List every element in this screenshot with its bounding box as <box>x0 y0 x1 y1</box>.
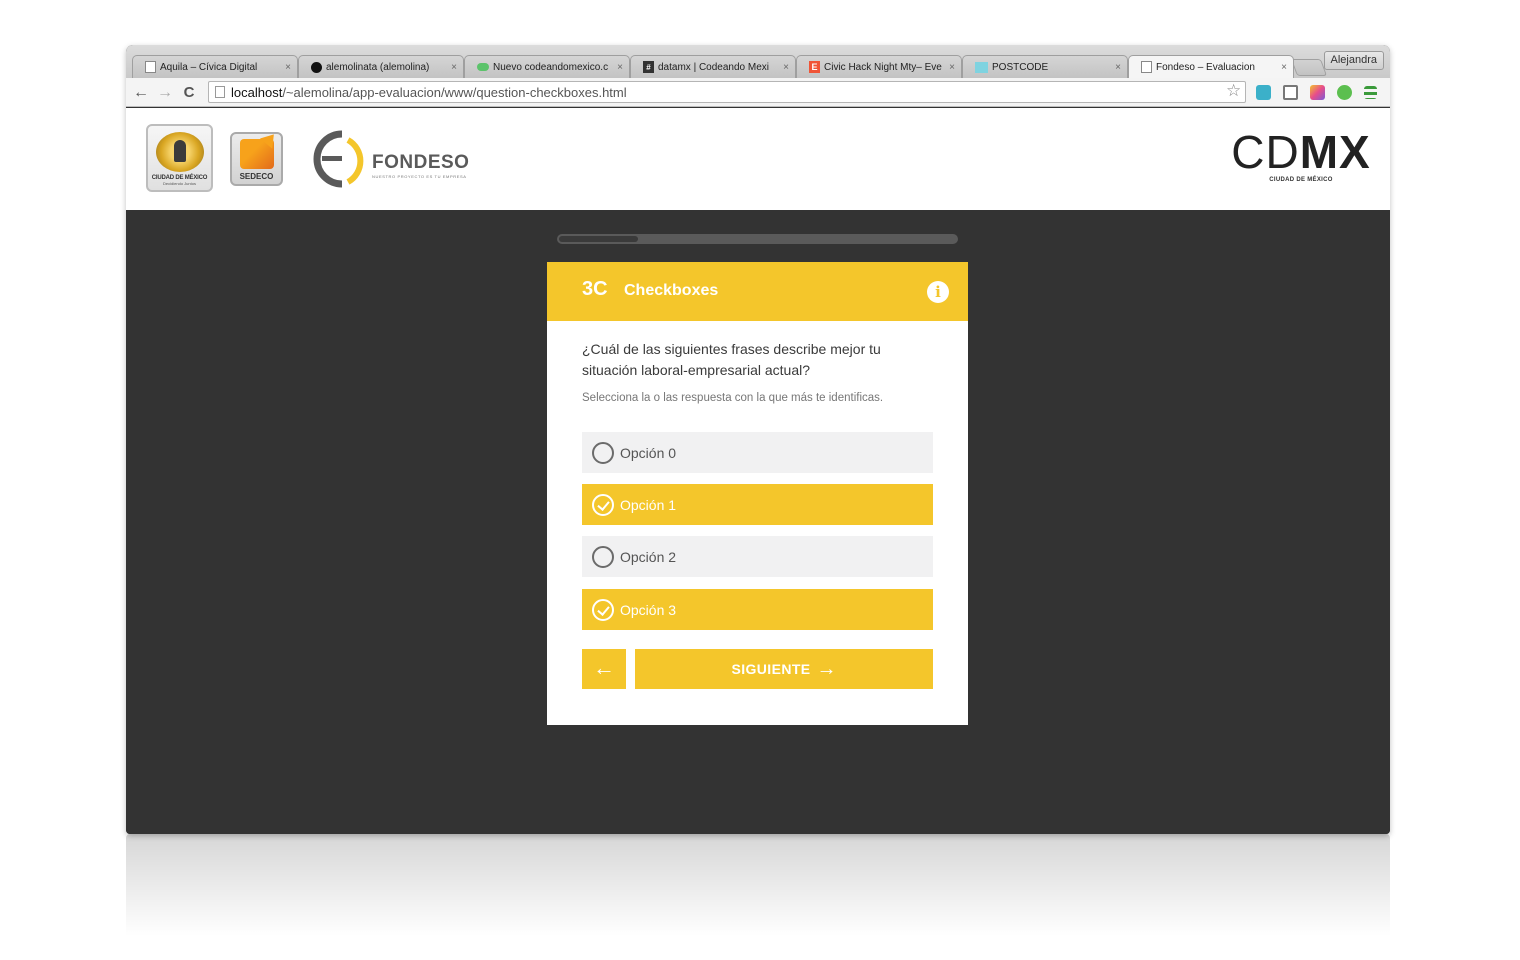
tab-title: datamx | Codeando Mexi <box>658 61 769 73</box>
back-button[interactable]: ← <box>582 649 626 689</box>
option-2[interactable]: Opción 2 <box>582 536 933 577</box>
sedeco-logo: SEDECO <box>230 132 283 186</box>
page-icon <box>215 86 225 98</box>
option-3[interactable]: Opción 3 <box>582 589 933 630</box>
tab-github[interactable]: alemolinata (alemolina) × <box>298 55 464 78</box>
cast-icon[interactable] <box>1283 85 1298 100</box>
tab-close-icon[interactable]: × <box>1281 62 1287 73</box>
tab-strip: Aquila – Cívica Digital × alemolinata (a… <box>126 45 1390 78</box>
sedeco-mark-icon <box>239 139 274 169</box>
reload-icon[interactable]: C <box>178 82 200 104</box>
checkbox-circle-icon[interactable] <box>592 598 614 621</box>
tab-title: Aquila – Cívica Digital <box>160 61 258 73</box>
cdmx-bold: MX <box>1299 126 1371 178</box>
option-0[interactable]: Opción 0 <box>582 432 933 473</box>
bookmark-star-icon[interactable]: ☆ <box>1226 81 1241 101</box>
info-icon[interactable]: i <box>927 281 949 303</box>
menu-icon[interactable] <box>1364 86 1377 99</box>
browser-toolbar: ← → C localhost /~alemolina/app-evaluaci… <box>126 78 1390 107</box>
tab-title: Fondeso – Evaluacion <box>1156 61 1255 73</box>
url-host: localhost <box>231 84 283 100</box>
next-button[interactable]: SIGUIENTE → <box>635 649 933 689</box>
checkbox-circle-icon[interactable] <box>592 493 614 516</box>
option-label: Opción 0 <box>620 444 677 461</box>
fondeso-subtitle: NUESTRO PROYECTO ES TU EMPRESA <box>372 174 467 179</box>
tab-aquila[interactable]: Aquila – Cívica Digital × <box>132 55 298 78</box>
tab-title: Civic Hack Night Mty– Eve <box>824 61 942 73</box>
content-area: 3C Checkboxes i ¿Cuál de las siguientes … <box>126 210 1390 834</box>
tab-title: Nuevo codeandomexico.c <box>493 61 609 73</box>
option-label: Opción 1 <box>620 496 677 513</box>
card-header: 3C Checkboxes i <box>547 262 968 321</box>
option-1[interactable]: Opción 1 <box>582 484 933 525</box>
tab-title: POSTCODE <box>992 61 1049 73</box>
back-arrow-icon[interactable]: ← <box>130 82 152 104</box>
tab-close-icon[interactable]: × <box>285 62 291 73</box>
address-bar[interactable]: localhost /~alemolina/app-evaluacion/www… <box>208 81 1246 103</box>
question-hint: Selecciona la o las respuesta con la que… <box>582 392 884 404</box>
question-text: ¿Cuál de las siguientes frases describe … <box>582 341 881 378</box>
seal-emblem-icon <box>155 132 204 172</box>
tab-civic-hack[interactable]: E Civic Hack Night Mty– Eve × <box>796 55 962 78</box>
cdmx-thin: CD <box>1231 126 1300 178</box>
tab-postcode[interactable]: POSTCODE × <box>962 55 1128 78</box>
option-label: Opción 2 <box>620 548 677 565</box>
page-header: CIUDAD DE MÉXICO Decidiendo Juntos SEDEC… <box>126 108 1390 210</box>
tab-title: alemolinata (alemolina) <box>326 61 430 73</box>
question-card: 3C Checkboxes i ¿Cuál de las siguientes … <box>547 262 968 725</box>
page-icon <box>1141 61 1152 73</box>
browser-window: Aquila – Cívica Digital × alemolinata (a… <box>126 45 1390 834</box>
tab-codeando[interactable]: Nuevo codeandomexico.c × <box>464 55 630 78</box>
next-button-label: SIGUIENTE <box>731 661 811 677</box>
question-type-title: Checkboxes <box>624 282 719 299</box>
new-tab-button[interactable] <box>1290 59 1328 76</box>
forward-arrow-icon[interactable]: → <box>154 82 176 104</box>
checkbox-circle-icon[interactable] <box>592 441 614 464</box>
postcode-icon <box>975 61 988 73</box>
cloud-icon <box>477 63 489 71</box>
eventbrite-icon: E <box>809 61 820 73</box>
hash-icon: # <box>643 61 654 73</box>
sedeco-text: SEDECO <box>239 172 274 181</box>
profile-button[interactable]: Alejandra <box>1323 51 1384 70</box>
question-number: 3C <box>582 278 608 300</box>
extension-c-icon[interactable] <box>1256 85 1271 100</box>
cdmx-logo: CDMX CIUDAD DE MÉXICO <box>1220 129 1382 189</box>
progress-bar <box>557 234 958 244</box>
window-reflection <box>126 834 1390 954</box>
evernote-icon[interactable] <box>1337 85 1352 100</box>
cdmx-seal-logo: CIUDAD DE MÉXICO Decidiendo Juntos <box>146 124 213 192</box>
checkbox-circle-icon[interactable] <box>592 545 614 568</box>
seal-subtitle: Decidiendo Juntos <box>163 181 196 186</box>
option-label: Opción 3 <box>620 601 677 618</box>
progress-fill <box>559 236 638 242</box>
tab-close-icon[interactable]: × <box>451 62 457 73</box>
tab-close-icon[interactable]: × <box>1115 62 1121 73</box>
tab-close-icon[interactable]: × <box>617 62 623 73</box>
tab-close-icon[interactable]: × <box>949 62 955 73</box>
page-icon <box>145 61 156 73</box>
tab-close-icon[interactable]: × <box>783 62 789 73</box>
fondeso-text: FONDESO <box>372 152 470 173</box>
tab-fondeso[interactable]: Fondeso – Evaluacion × <box>1128 55 1294 78</box>
arrow-right-icon: → <box>816 657 837 680</box>
url-path: /~alemolina/app-evaluacion/www/question-… <box>282 84 627 100</box>
fondeso-logo: FONDESO NUESTRO PROYECTO ES TU EMPRESA <box>304 128 484 190</box>
cdmx-wordmark: CDMX <box>1220 129 1382 175</box>
github-icon <box>311 61 322 73</box>
tab-datamx[interactable]: # datamx | Codeando Mexi × <box>630 55 796 78</box>
fondeso-emblem-icon <box>313 130 364 188</box>
extension-k-icon[interactable] <box>1310 85 1325 100</box>
